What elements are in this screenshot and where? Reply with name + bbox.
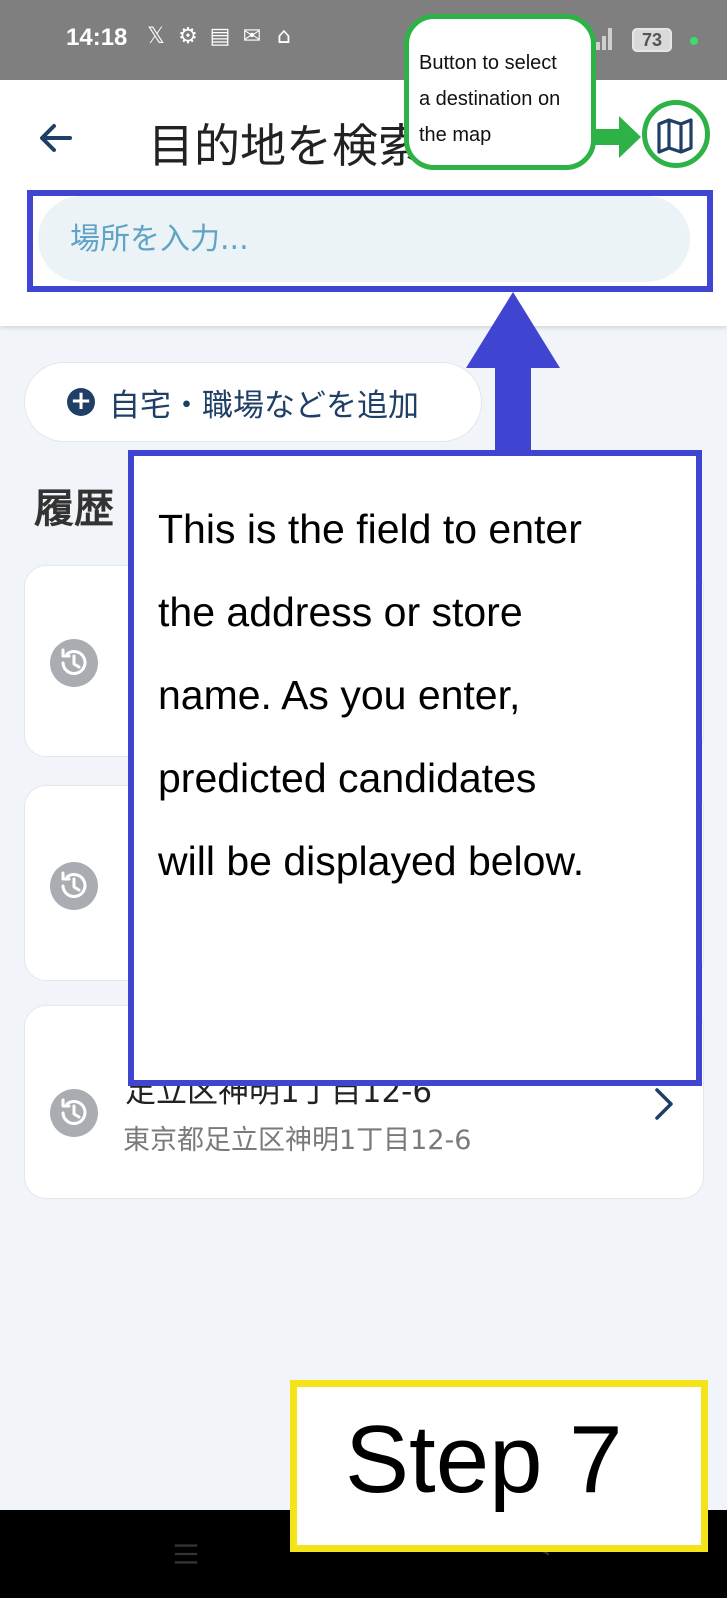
annotation-step-label: Step 7 xyxy=(290,1380,708,1552)
x-icon: 𝕏 xyxy=(147,24,165,49)
add-place-button[interactable]: + 自宅・職場などを追加 xyxy=(24,362,482,442)
plus-circle-icon: + xyxy=(67,388,95,416)
history-icon xyxy=(50,1089,98,1137)
annotation-map-note: Button to select a destination on the ma… xyxy=(404,14,596,170)
sim-icon: ▤ xyxy=(209,24,231,49)
annotation-right-arrow-icon xyxy=(595,116,641,158)
history-title: 履歴 xyxy=(34,486,114,532)
chevron-right-icon xyxy=(655,1088,673,1120)
status-time: 14:18 xyxy=(66,24,128,51)
status-icons: 𝕏 ⚙ ▤ ✉ ⌂ xyxy=(144,24,296,49)
status-bar: 14:18 𝕏 ⚙ ▤ ✉ ⌂ 73 xyxy=(0,0,727,80)
mail-icon: ✉ xyxy=(242,24,262,49)
settings-icon: ⚙ xyxy=(178,24,198,49)
vpn-icon: ⌂ xyxy=(277,24,291,49)
history-icon xyxy=(50,862,98,910)
annotation-field-note: This is the field to enter the address o… xyxy=(128,450,702,1086)
back-arrow-icon[interactable] xyxy=(36,118,76,158)
battery-icon: 73 xyxy=(632,28,672,52)
page-title: 目的地を検索 xyxy=(148,119,424,173)
add-place-label: 自宅・職場などを追加 xyxy=(109,387,419,424)
annotation-map-circle xyxy=(642,100,710,168)
privacy-dot xyxy=(690,37,698,45)
signal-icon xyxy=(596,28,614,50)
annotation-up-arrow-icon xyxy=(466,292,560,450)
recent-apps-icon[interactable] xyxy=(172,1540,200,1568)
history-item-address: 東京都足立区神明1丁目12-6 xyxy=(123,1125,472,1156)
annotation-search-frame xyxy=(27,190,713,292)
history-icon xyxy=(50,639,98,687)
